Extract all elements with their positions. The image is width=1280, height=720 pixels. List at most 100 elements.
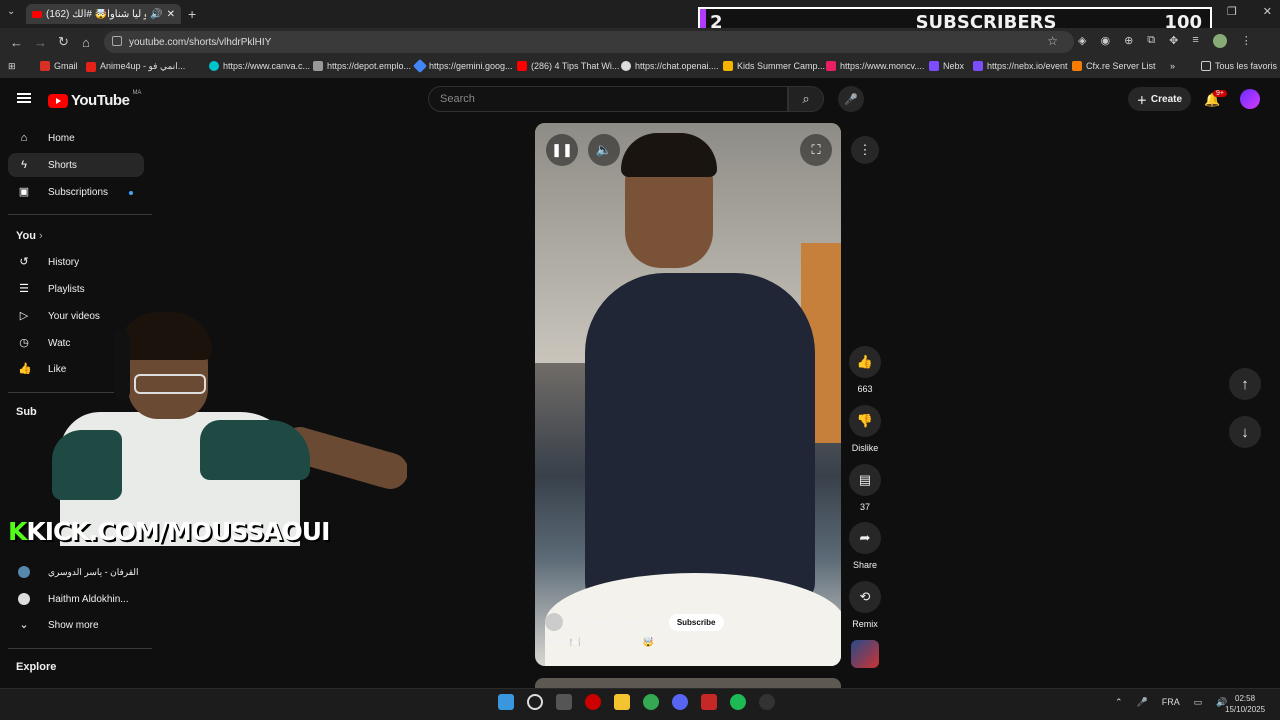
bookmarks-overflow-icon[interactable]: » (1170, 61, 1175, 71)
bookmark-label: https://depot.emplo... (327, 61, 412, 71)
puzzle-icon[interactable]: ✥ (1169, 34, 1178, 48)
next-short-button[interactable]: ↓ (1229, 416, 1261, 448)
language-indicator[interactable]: FRA (1162, 697, 1180, 708)
sidebar-item-home[interactable]: ⌂ Home (8, 126, 144, 150)
home-icon: ⌂ (20, 132, 28, 144)
chevron-up-icon[interactable]: ⌃ (1115, 697, 1123, 708)
back-icon[interactable]: ← (10, 35, 24, 50)
site-info-icon[interactable] (112, 36, 122, 46)
bookmark-item[interactable]: https://chat.openai.... (621, 61, 719, 71)
tab-audio-icon[interactable]: 🔊 (150, 9, 162, 20)
app-icon[interactable] (701, 694, 717, 710)
sidebar-you-header[interactable]: You › (16, 230, 43, 242)
search-button[interactable]: ⌕ (788, 86, 824, 112)
more-options-button[interactable]: ⋮ (851, 136, 879, 164)
dislike-button[interactable]: 👎 Dislike (845, 405, 885, 453)
bookmark-item[interactable]: Cfx.re Server List (1072, 61, 1156, 71)
channel-handle[interactable]: @anhmedtaroum4205 (569, 617, 663, 627)
sound-thumbnail[interactable] (851, 640, 879, 668)
extension-icon[interactable]: ◈ (1078, 34, 1086, 48)
bookmark-label: https://www.canva.c... (223, 61, 311, 71)
forward-icon[interactable]: → (34, 35, 48, 50)
comments-button[interactable]: ▤ 37 (845, 464, 885, 512)
sidebar-item-history[interactable]: ↺ History (8, 250, 144, 274)
browser-tab[interactable]: (162) طاكو ليا شناوا🤯 #الك 🔊 ✕ (26, 4, 181, 24)
webcam-glasses (134, 374, 206, 394)
reading-list-icon[interactable]: ≡ (1192, 34, 1198, 48)
new-tab-button[interactable]: + (188, 6, 196, 22)
share-button[interactable]: ➦ Share (845, 522, 885, 570)
spotify-icon[interactable] (730, 694, 746, 710)
bookmark-item[interactable]: https://www.canva.c... (209, 61, 310, 71)
close-window-icon[interactable]: ✕ (1263, 5, 1272, 18)
search-icon[interactable] (527, 694, 543, 710)
sidebar-item-shorts[interactable]: ϟ Shorts (8, 153, 144, 177)
bookmark-item[interactable]: https://depot.emplo... (313, 61, 411, 71)
sidebar-item-subscriptions[interactable]: ▣ Subscriptions (8, 180, 144, 204)
url-field[interactable]: youtube.com/shorts/vlhdrPklHIY ☆ (104, 31, 1074, 53)
bookmark-item[interactable]: https://gemini.goog... (412, 58, 513, 74)
remix-icon: ⟲ (849, 581, 881, 613)
extension-icon[interactable]: ⊕ (1124, 34, 1133, 48)
extension-toolbar: ◈ ◉ ⊕ ⧉ ✥ ≡ ⋮ (1078, 34, 1252, 48)
new-content-dot (129, 191, 133, 195)
file-explorer-icon[interactable] (614, 694, 630, 710)
voice-search-button[interactable]: 🎤 (838, 86, 864, 112)
task-view-icon[interactable] (556, 694, 572, 710)
short-video-player[interactable]: ❚❚ 🔈 ⛶ @anhmedtaroum4205 Subscribe #food… (535, 123, 841, 666)
obs-icon[interactable] (759, 694, 775, 710)
bookmark-item[interactable]: (286) 4 Tips That Wi... (517, 61, 619, 71)
fullscreen-button[interactable]: ⛶ (800, 134, 832, 166)
sidebar-show-more[interactable]: ⌄ Show more (8, 613, 144, 637)
bookmark-item[interactable]: https://nebx.io/event (973, 61, 1068, 71)
tab-list-chevron-icon[interactable]: ⌄ (7, 6, 15, 17)
subscribe-button[interactable]: Subscribe (668, 613, 724, 631)
comment-count: 37 (859, 502, 870, 512)
like-button[interactable]: 👍 663 (845, 346, 885, 394)
youtube-logo[interactable]: YouTube MA (48, 90, 141, 109)
extension-icon[interactable]: ⧉ (1147, 34, 1155, 48)
sidebar-item-playlists[interactable]: ☰ Playlists (8, 277, 144, 301)
channel-avatar[interactable] (545, 613, 563, 631)
extension-icon[interactable]: ◉ (1100, 34, 1110, 48)
profile-avatar[interactable] (1212, 34, 1227, 48)
chrome-icon[interactable] (643, 694, 659, 710)
discord-icon[interactable] (672, 694, 688, 710)
bookmark-label: Cfx.re Server List (1086, 61, 1156, 71)
mic-icon: 🎤 (844, 93, 858, 106)
network-icon[interactable]: ▭ (1194, 697, 1203, 708)
create-button[interactable]: ＋ Create (1128, 87, 1191, 111)
browser-menu-icon[interactable]: ⋮ (1241, 34, 1252, 48)
tab-close-icon[interactable]: ✕ (167, 9, 175, 20)
start-icon[interactable] (498, 694, 514, 710)
search-input[interactable]: Search (428, 86, 788, 112)
pause-button[interactable]: ❚❚ (546, 134, 578, 166)
reload-icon[interactable]: ↻ (58, 34, 72, 50)
account-avatar[interactable] (1240, 89, 1260, 109)
apps-grid-icon[interactable]: ⊞ (8, 61, 16, 72)
bookmark-item[interactable]: https://www.moncv.... (826, 61, 924, 71)
bookmark-star-icon[interactable]: ☆ (1047, 34, 1058, 48)
all-bookmarks-button[interactable]: Tous les favoris (1201, 61, 1277, 71)
bookmark-item[interactable]: Anime4up - انمي فو... (86, 61, 185, 72)
sidebar-channel[interactable]: القرفان - ياسر الدوسري (8, 560, 144, 584)
app-icon[interactable] (585, 694, 601, 710)
bookmark-item[interactable]: Nebx (929, 61, 964, 71)
sidebar-channel[interactable]: Haithm Aldokhin... (8, 587, 144, 611)
sidebar-explore-header: Explore (16, 661, 57, 673)
bookmark-item[interactable]: Gmail (40, 61, 78, 71)
webcam-sleeve (52, 430, 122, 500)
maximize-icon[interactable]: ❐ (1227, 5, 1237, 18)
mic-tray-icon[interactable]: 🎤 (1137, 697, 1148, 708)
bookmark-item[interactable]: Kids Summer Camp... (723, 61, 825, 71)
previous-short-button[interactable]: ↑ (1229, 368, 1261, 400)
home-browser-icon[interactable]: ⌂ (82, 35, 96, 50)
share-label: Share (852, 560, 878, 570)
moncv-icon (826, 61, 836, 71)
menu-icon[interactable] (17, 93, 31, 103)
taskbar-clock[interactable]: 02:58 15/10/2025 (1225, 693, 1265, 715)
remix-button[interactable]: ⟲ Remix (845, 581, 885, 629)
sidebar-item-label: Home (48, 132, 75, 144)
short-title[interactable]: #food🍽️ #الكتوب 🤯 طاكو ليا شناوا (545, 637, 682, 648)
volume-button[interactable]: 🔈 (588, 134, 620, 166)
